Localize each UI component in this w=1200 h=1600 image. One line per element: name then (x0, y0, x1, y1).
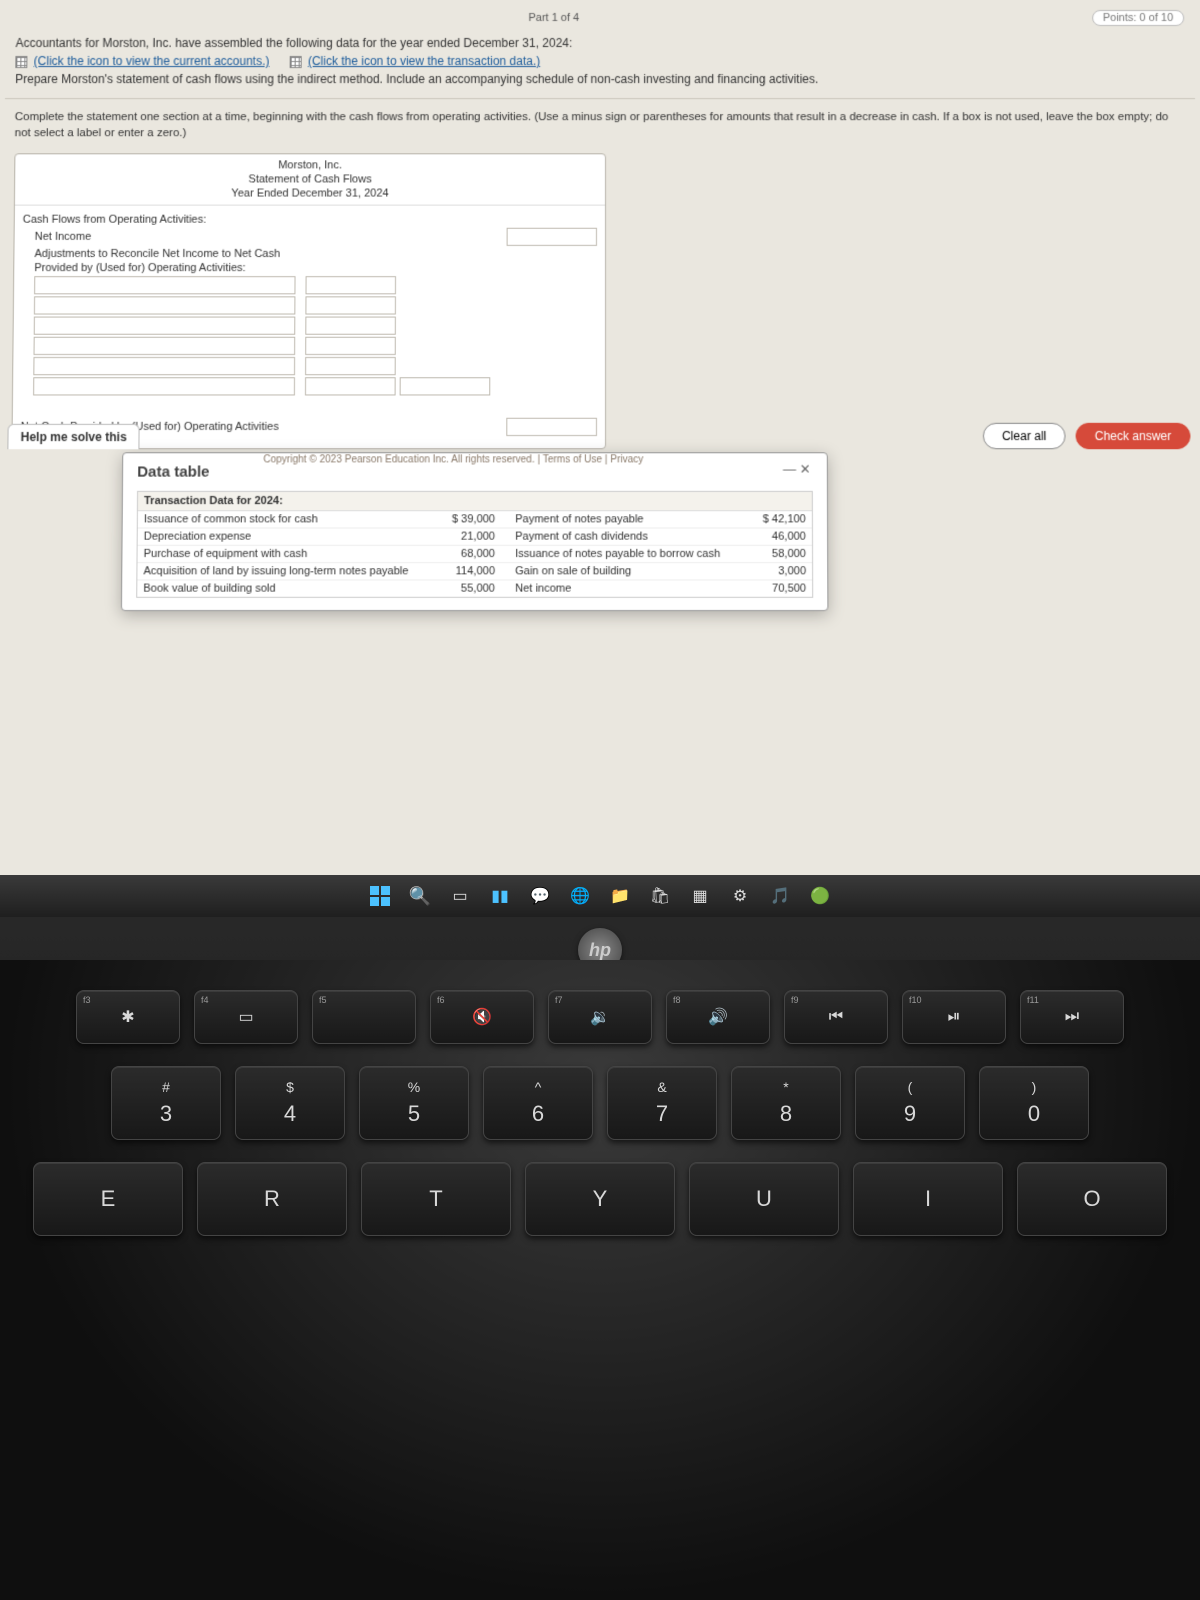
check-answer-button[interactable]: Check answer (1075, 423, 1190, 449)
intro-line-1: Accountants for Morston, Inc. have assem… (15, 34, 1184, 52)
key-f11: f11⏭ (1020, 990, 1124, 1044)
key-f10: f10⏯ (902, 990, 1006, 1044)
key-f7: f7🔉 (548, 990, 652, 1044)
edge-icon[interactable]: 🌐 (567, 883, 593, 909)
adj-amount-5[interactable] (305, 357, 396, 375)
grid-icon[interactable] (15, 56, 27, 68)
points-badge: Points: 0 of 10 (1092, 10, 1185, 26)
adj-amount-6[interactable] (305, 377, 396, 395)
trans-label: Net income (501, 581, 741, 597)
laptop-keyboard: f3✱ f4▭ f5 f6🔇 f7🔉 f8🔊 f9⏮ f10⏯ f11⏭ #3$4%5^6&7*… (0, 960, 1200, 1600)
store-icon[interactable]: 🛍 (647, 883, 673, 909)
popup-trans-title: Data table (137, 464, 813, 481)
adj-amount-4[interactable] (305, 337, 396, 355)
trans-label: Acquisition of land by issuing long-term… (137, 563, 430, 579)
cash-flow-panel: Morston, Inc. Statement of Cash Flows Ye… (11, 154, 606, 450)
key-E: E (33, 1162, 183, 1236)
adj-dropdown-4[interactable] (34, 337, 296, 355)
grid-icon[interactable] (289, 56, 301, 68)
adj-amount-1[interactable] (305, 276, 396, 294)
label-provided-by: Provided by (Used for) Operating Activit… (34, 262, 597, 274)
windows-taskbar: 🔍 ▭ ▮▮ 💬 🌐 📁 🛍 ▦ ⚙ 🎵 🟢 (0, 875, 1200, 917)
key-Y: Y (525, 1162, 675, 1236)
close-icon[interactable]: — ✕ (777, 460, 817, 480)
clear-all-button[interactable]: Clear all (983, 423, 1066, 449)
trans-value: 70,500 (741, 581, 812, 597)
chat-icon[interactable]: 💬 (527, 883, 553, 909)
label-adjustments: Adjustments to Reconcile Net Income to N… (34, 248, 597, 260)
key-7: &7 (607, 1066, 717, 1140)
trans-label: Purchase of equipment with cash (138, 546, 431, 562)
adj-dropdown-2[interactable] (34, 297, 296, 315)
app-icon[interactable]: ▦ (687, 883, 713, 909)
intro-line-2: Prepare Morston's statement of cash flow… (15, 70, 1185, 88)
start-icon[interactable] (367, 883, 393, 909)
trans-value: 55,000 (430, 581, 501, 597)
chrome-icon[interactable]: 🟢 (807, 883, 833, 909)
key-f3: f3✱ (76, 990, 180, 1044)
trans-value: $ 42,100 (741, 511, 812, 527)
adj-dropdown-3[interactable] (34, 317, 296, 335)
trans-value: $ 39,000 (430, 511, 501, 527)
scf-title: Statement of Cash Flows (15, 173, 605, 187)
key-3: #3 (111, 1066, 221, 1140)
scf-period: Year Ended December 31, 2024 (15, 187, 605, 201)
key-9: (9 (855, 1066, 965, 1140)
settings-icon[interactable]: ⚙ (727, 883, 753, 909)
trans-label: Issuance of common stock for cash (138, 511, 431, 527)
key-8: *8 (731, 1066, 841, 1140)
trans-label: Gain on sale of building (501, 563, 741, 579)
trans-label: Book value of building sold (137, 581, 430, 597)
adj-dropdown-6[interactable] (33, 377, 295, 395)
transactions-header: Transaction Data for 2024: (138, 492, 812, 511)
search-icon[interactable]: 🔍 (407, 883, 433, 909)
key-R: R (197, 1162, 347, 1236)
trans-value: 46,000 (741, 529, 812, 545)
input-net-income[interactable] (507, 228, 597, 246)
trans-label: Issuance of notes payable to borrow cash (501, 546, 741, 562)
key-6: ^6 (483, 1066, 593, 1140)
trans-value: 21,000 (430, 529, 501, 545)
key-I: I (853, 1162, 1003, 1236)
trans-label: Payment of cash dividends (501, 529, 741, 545)
problem-intro: Accountants for Morston, Inc. have assem… (5, 28, 1195, 92)
widgets-icon[interactable]: ▮▮ (487, 883, 513, 909)
key-4: $4 (235, 1066, 345, 1140)
trans-label: Payment of notes payable (501, 511, 741, 527)
key-f5: f5 (312, 990, 416, 1044)
key-U: U (689, 1162, 839, 1236)
key-f8: f8🔊 (666, 990, 770, 1044)
task-view-icon[interactable]: ▭ (447, 883, 473, 909)
adj-subtotal[interactable] (400, 377, 491, 395)
key-O: O (1017, 1162, 1167, 1236)
label-net-income: Net Income (35, 231, 503, 243)
key-f6: f6🔇 (430, 990, 534, 1044)
trans-value: 58,000 (741, 546, 812, 562)
instructions: Complete the statement one section at a … (4, 105, 1195, 149)
scf-company: Morston, Inc. (15, 159, 605, 173)
scf-section-operating: Cash Flows from Operating Activities: (23, 214, 597, 226)
copyright-text: Copyright © 2023 Pearson Education Inc. … (263, 454, 643, 465)
input-net-cash-operating[interactable] (506, 418, 597, 436)
trans-label: Depreciation expense (138, 529, 431, 545)
key-f9: f9⏮ (784, 990, 888, 1044)
trans-value: 114,000 (430, 563, 501, 579)
adj-dropdown-1[interactable] (34, 276, 295, 294)
key-T: T (361, 1162, 511, 1236)
popup-transaction-data: — ✕ Data table Transaction Data for 2024… (121, 452, 828, 611)
explorer-icon[interactable]: 📁 (607, 883, 633, 909)
key-0: )0 (979, 1066, 1089, 1140)
key-f4: f4▭ (194, 990, 298, 1044)
adj-amount-2[interactable] (305, 297, 396, 315)
link-transaction-data[interactable]: (Click the icon to view the transaction … (308, 54, 540, 68)
adj-amount-3[interactable] (305, 317, 396, 335)
help-me-solve-button[interactable]: Help me solve this (7, 424, 140, 449)
trans-value: 68,000 (430, 546, 501, 562)
part-indicator: Part 1 of 4 (528, 12, 579, 24)
music-icon[interactable]: 🎵 (767, 883, 793, 909)
link-current-accounts[interactable]: (Click the icon to view the current acco… (34, 54, 270, 68)
adj-dropdown-5[interactable] (33, 357, 295, 375)
trans-value: 3,000 (741, 563, 812, 579)
key-5: %5 (359, 1066, 469, 1140)
